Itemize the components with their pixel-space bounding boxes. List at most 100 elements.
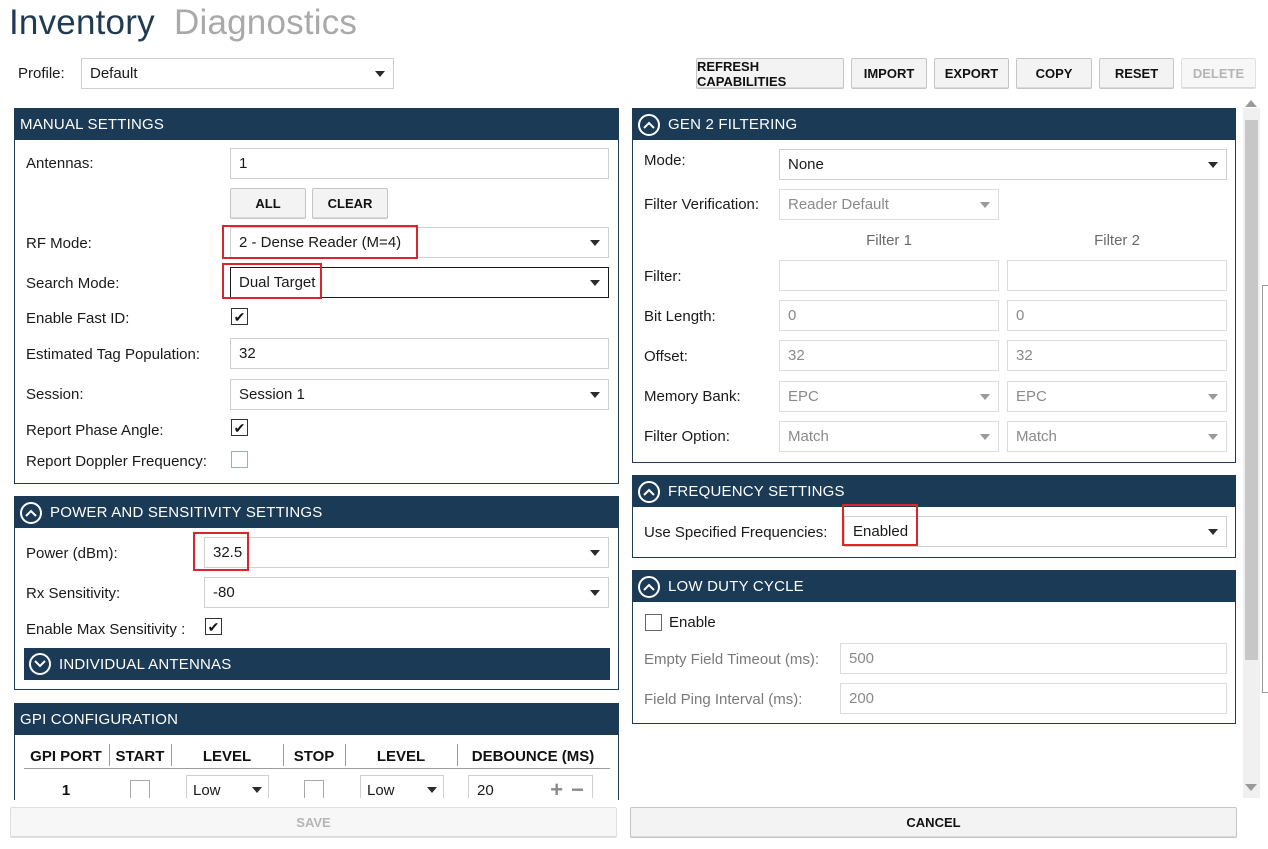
use-frequencies-label: Use Specified Frequencies: xyxy=(644,524,828,541)
doppler-label: Report Doppler Frequency: xyxy=(26,453,207,470)
session-select[interactable]: Session 1 xyxy=(230,379,609,410)
filter-option1-select[interactable]: Match xyxy=(779,421,999,452)
fast-id-checkbox[interactable]: ✔ xyxy=(231,308,248,325)
gpi-configuration-title: GPI CONFIGURATION xyxy=(20,711,179,728)
plus-icon[interactable]: + xyxy=(550,779,563,799)
gpi-start-level-value: Low xyxy=(193,781,221,799)
chevron-down-icon xyxy=(590,239,600,246)
power-select[interactable]: 32.5 xyxy=(204,537,609,568)
chevron-up-icon[interactable] xyxy=(638,575,660,598)
delete-button[interactable]: DELETE xyxy=(1181,58,1256,89)
filter-verification-select[interactable]: Reader Default xyxy=(779,189,999,220)
chevron-down-icon xyxy=(375,70,385,77)
chevron-down-icon xyxy=(590,391,600,398)
search-mode-select[interactable]: Dual Target xyxy=(230,267,609,298)
use-frequencies-value: Enabled xyxy=(853,523,909,540)
session-value: Session 1 xyxy=(239,386,305,403)
checkmark-icon: ✔ xyxy=(233,308,246,325)
mode-select[interactable]: None xyxy=(779,149,1227,180)
memory-bank1-select[interactable]: EPC xyxy=(779,381,999,412)
save-button[interactable]: SAVE xyxy=(10,807,617,838)
phase-angle-checkbox[interactable]: ✔ xyxy=(231,419,248,436)
rf-mode-value: 2 - Dense Reader (M=4) xyxy=(239,234,402,251)
import-button[interactable]: IMPORT xyxy=(851,58,927,89)
rx-sensitivity-select[interactable]: -80 xyxy=(204,577,609,608)
doppler-checkbox[interactable] xyxy=(231,451,248,468)
gpi-stop-checkbox[interactable] xyxy=(304,780,324,798)
memory-bank2-select[interactable]: EPC xyxy=(1007,381,1227,412)
frequency-settings-header[interactable]: FREQUENCY SETTINGS xyxy=(633,476,1235,507)
scroll-up-icon[interactable] xyxy=(1245,100,1257,107)
chevron-down-icon xyxy=(427,787,437,793)
copy-button[interactable]: COPY xyxy=(1016,58,1092,89)
gen2-filtering-header[interactable]: GEN 2 FILTERING xyxy=(633,109,1235,140)
tab-inventory[interactable]: Inventory xyxy=(9,3,155,43)
tab-diagnostics[interactable]: Diagnostics xyxy=(174,3,357,43)
chevron-down-icon[interactable] xyxy=(29,653,51,675)
field-ping-interval-input[interactable]: 200 xyxy=(840,683,1227,714)
gpi-start-checkbox[interactable] xyxy=(130,780,150,798)
max-sensitivity-checkbox[interactable]: ✔ xyxy=(205,618,222,635)
power-settings-header[interactable]: POWER AND SENSITIVITY SETTINGS xyxy=(15,497,618,528)
max-sensitivity-label: Enable Max Sensitivity : xyxy=(26,621,186,638)
filter-option1-value: Match xyxy=(788,428,829,445)
gpi-stop-level-select[interactable]: Low xyxy=(360,775,444,798)
filter2-input[interactable] xyxy=(1007,260,1227,291)
chevron-up-icon[interactable] xyxy=(638,480,660,503)
chevron-down-icon xyxy=(1208,393,1218,400)
duty-enable-checkbox[interactable] xyxy=(645,614,662,631)
profile-value: Default xyxy=(90,65,138,82)
individual-antennas-header[interactable]: INDIVIDUAL ANTENNAS xyxy=(24,648,610,680)
memory-bank2-value: EPC xyxy=(1016,388,1047,405)
offset2-input[interactable]: 32 xyxy=(1007,340,1227,371)
profile-label: Profile: xyxy=(18,65,65,82)
scrollbar[interactable] xyxy=(1243,108,1260,798)
chevron-down-icon xyxy=(980,433,990,440)
gpi-port-number: 1 xyxy=(61,782,71,798)
chevron-down-icon xyxy=(1208,161,1218,168)
filter-option2-select[interactable]: Match xyxy=(1007,421,1227,452)
frequency-settings-title: FREQUENCY SETTINGS xyxy=(668,483,845,500)
phase-angle-label: Report Phase Angle: xyxy=(26,422,164,439)
offset1-input[interactable]: 32 xyxy=(779,340,999,371)
scroll-down-icon[interactable] xyxy=(1245,784,1257,791)
gpi-debounce-stepper[interactable]: 20 + − xyxy=(468,775,593,798)
power-value: 32.5 xyxy=(213,544,243,561)
search-mode-value: Dual Target xyxy=(239,274,316,291)
gpi-stop-level-value: Low xyxy=(367,781,395,799)
chevron-down-icon xyxy=(980,201,990,208)
bit-length1-input[interactable]: 0 xyxy=(779,300,999,331)
minus-icon[interactable]: − xyxy=(571,779,584,799)
export-button[interactable]: EXPORT xyxy=(934,58,1009,89)
offset-label: Offset: xyxy=(644,348,688,365)
antennas-input[interactable]: 1 xyxy=(230,148,609,179)
mode-value: None xyxy=(788,156,824,173)
empty-field-timeout-input[interactable]: 500 xyxy=(840,643,1227,674)
all-button[interactable]: ALL xyxy=(230,188,306,219)
chevron-down-icon xyxy=(590,549,600,556)
chevron-up-icon[interactable] xyxy=(20,501,42,524)
gpi-debounce-value: 20 xyxy=(477,781,494,799)
low-duty-cycle-header[interactable]: LOW DUTY CYCLE xyxy=(633,571,1235,602)
rf-mode-select[interactable]: 2 - Dense Reader (M=4) xyxy=(230,227,609,258)
profile-select[interactable]: Default xyxy=(81,58,394,89)
clear-button[interactable]: CLEAR xyxy=(312,188,388,219)
bit-length-label: Bit Length: xyxy=(644,308,716,325)
scrollbar-thumb[interactable] xyxy=(1245,120,1258,660)
chevron-up-icon[interactable] xyxy=(638,113,660,136)
cancel-button[interactable]: CANCEL xyxy=(630,807,1237,838)
mode-label: Mode: xyxy=(644,152,686,169)
tag-population-input[interactable]: 32 xyxy=(230,338,609,369)
memory-bank1-value: EPC xyxy=(788,388,819,405)
tag-population-label: Estimated Tag Population: xyxy=(26,346,201,363)
reset-button[interactable]: RESET xyxy=(1099,58,1174,89)
gpi-start-level-select[interactable]: Low xyxy=(186,775,269,798)
gpi-header-level: LEVEL xyxy=(202,748,252,765)
filter1-input[interactable] xyxy=(779,260,999,291)
use-frequencies-select[interactable]: Enabled xyxy=(844,516,1227,547)
bit-length2-input[interactable]: 0 xyxy=(1007,300,1227,331)
power-label: Power (dBm): xyxy=(26,545,118,562)
chevron-down-icon xyxy=(1208,433,1218,440)
filter2-header: Filter 2 xyxy=(1094,232,1140,249)
refresh-capabilities-button[interactable]: REFRESH CAPABILITIES xyxy=(696,58,844,89)
